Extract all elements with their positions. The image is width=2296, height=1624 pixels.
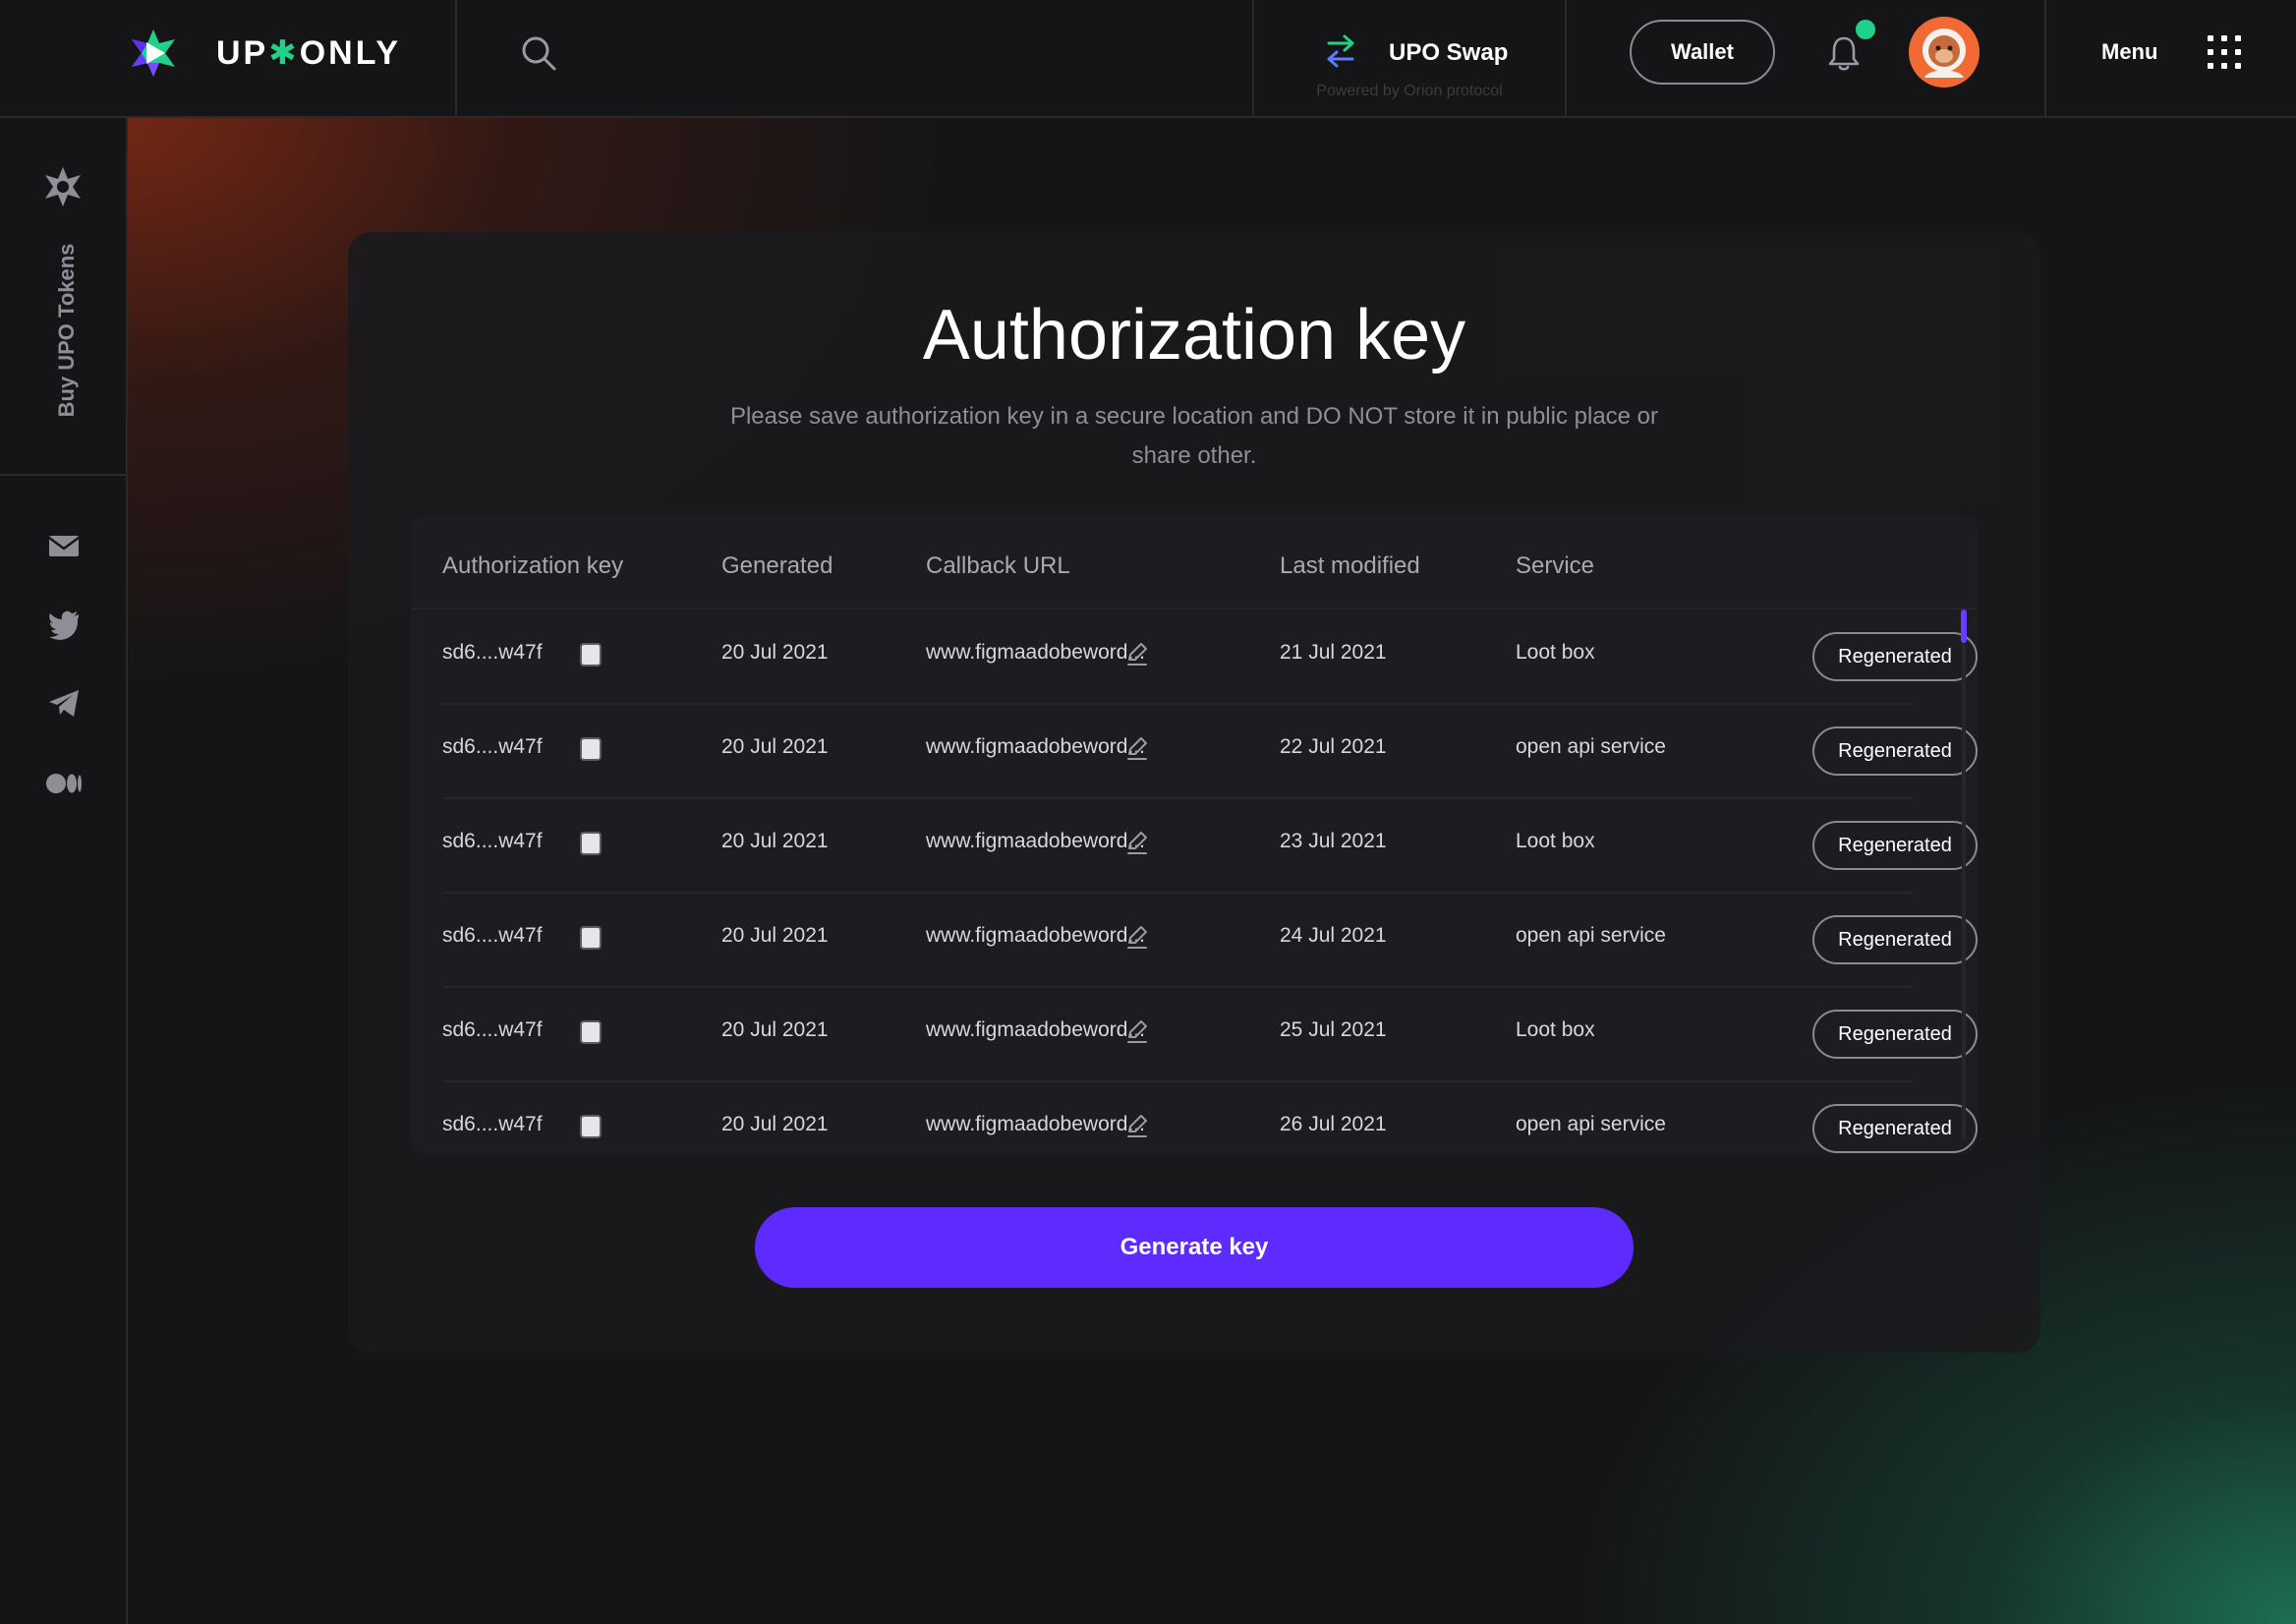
table-scrollbar-track[interactable] xyxy=(1962,609,1966,1140)
service-name: Loot box xyxy=(1516,641,1595,664)
copy-key-checkbox[interactable] xyxy=(580,926,602,950)
sidebar-divider xyxy=(0,474,128,476)
generated-date: 20 Jul 2021 xyxy=(721,735,829,758)
mail-icon[interactable] xyxy=(45,527,83,564)
notification-bell-icon[interactable] xyxy=(1824,33,1864,73)
sidebar: Buy UPO Tokens xyxy=(0,118,128,1624)
copy-key-checkbox[interactable] xyxy=(580,1020,602,1044)
authorization-key-value: sd6....w47f xyxy=(442,735,543,758)
last-modified-date: 26 Jul 2021 xyxy=(1280,1113,1387,1135)
edit-pencil-icon[interactable] xyxy=(1124,735,1150,761)
generated-date: 20 Jul 2021 xyxy=(721,830,829,852)
edit-pencil-icon[interactable] xyxy=(1124,641,1150,667)
authorization-key-value: sd6....w47f xyxy=(442,830,543,852)
authorization-key-value: sd6....w47f xyxy=(442,1018,543,1041)
authorization-key-value: sd6....w47f xyxy=(442,924,543,947)
wallet-button[interactable]: Wallet xyxy=(1630,20,1775,85)
edit-pencil-icon[interactable] xyxy=(1124,924,1150,950)
generated-date: 20 Jul 2021 xyxy=(721,924,829,947)
callback-url: www.figmaadobeword... xyxy=(926,1018,1145,1041)
menu-label[interactable]: Menu xyxy=(2101,39,2157,65)
callback-url: www.figmaadobeword... xyxy=(926,830,1145,852)
callback-url: www.figmaadobeword... xyxy=(926,735,1145,758)
astronaut-avatar-icon xyxy=(1909,17,1980,87)
upo-token-icon[interactable] xyxy=(41,165,85,208)
swap-label: UPO Swap xyxy=(1389,39,1509,66)
copy-key-checkbox[interactable] xyxy=(580,1115,602,1138)
last-modified-date: 21 Jul 2021 xyxy=(1280,641,1387,664)
telegram-icon[interactable] xyxy=(45,684,83,722)
authorization-key-value: sd6....w47f xyxy=(442,1113,543,1135)
column-header-callback-url: Callback URL xyxy=(926,552,1070,579)
regenerated-button[interactable]: Regenerated xyxy=(1812,726,1978,776)
header-divider xyxy=(455,0,457,118)
service-name: Loot box xyxy=(1516,1018,1595,1041)
column-header-last-modified: Last modified xyxy=(1280,552,1420,579)
header-divider xyxy=(1565,0,1567,118)
twitter-icon[interactable] xyxy=(45,606,83,643)
regenerated-button[interactable]: Regenerated xyxy=(1812,915,1978,964)
service-name: open api service xyxy=(1516,735,1666,758)
copy-key-checkbox[interactable] xyxy=(580,832,602,855)
column-header-authorization-key: Authorization key xyxy=(442,552,624,579)
table-row: sd6....w47f 20 Jul 2021 www.figmaadobewo… xyxy=(442,798,1978,893)
edit-pencil-icon[interactable] xyxy=(1124,830,1150,855)
edit-pencil-icon[interactable] xyxy=(1124,1018,1150,1044)
table-row: sd6....w47f 20 Jul 2021 www.figmaadobewo… xyxy=(442,893,1978,987)
service-name: Loot box xyxy=(1516,830,1595,852)
authorization-key-value: sd6....w47f xyxy=(442,641,543,664)
table-row: sd6....w47f 20 Jul 2021 www.figmaadobewo… xyxy=(442,1081,1978,1154)
table-row: sd6....w47f 20 Jul 2021 www.figmaadobewo… xyxy=(442,987,1978,1081)
edit-pencil-icon[interactable] xyxy=(1124,1113,1150,1138)
callback-url: www.figmaadobeword... xyxy=(926,641,1145,664)
table-row: sd6....w47f 20 Jul 2021 www.figmaadobewo… xyxy=(442,609,1978,704)
last-modified-date: 24 Jul 2021 xyxy=(1280,924,1387,947)
logo-mark-icon xyxy=(132,29,175,77)
generated-date: 20 Jul 2021 xyxy=(721,1113,829,1135)
regenerated-button[interactable]: Regenerated xyxy=(1812,632,1978,681)
regenerated-button[interactable]: Regenerated xyxy=(1812,1010,1978,1059)
generated-date: 20 Jul 2021 xyxy=(721,1018,829,1041)
table-header: Authorization key Generated Callback URL… xyxy=(411,515,1978,609)
swap-arrows-icon xyxy=(1327,34,1354,68)
header-divider xyxy=(2044,0,2046,118)
regenerated-button[interactable]: Regenerated xyxy=(1812,1104,1978,1153)
buy-upo-tokens-link[interactable]: Buy UPO Tokens xyxy=(54,244,80,418)
upo-swap-link[interactable]: UPO Swap Powered by Orion protocol xyxy=(1254,0,1565,118)
service-name: open api service xyxy=(1516,924,1666,947)
copy-key-checkbox[interactable] xyxy=(580,737,602,761)
callback-url: www.figmaadobeword... xyxy=(926,1113,1145,1135)
swap-powered-by: Powered by Orion protocol xyxy=(1316,83,1503,99)
callback-url: www.figmaadobeword... xyxy=(926,924,1145,947)
regenerated-button[interactable]: Regenerated xyxy=(1812,821,1978,870)
authorization-keys-table: Authorization key Generated Callback URL… xyxy=(411,515,1978,1154)
service-name: open api service xyxy=(1516,1113,1666,1135)
menu-grid-icon[interactable] xyxy=(2208,35,2241,69)
copy-key-checkbox[interactable] xyxy=(580,643,602,667)
user-avatar[interactable] xyxy=(1909,17,1980,87)
generated-date: 20 Jul 2021 xyxy=(721,641,829,664)
column-header-service: Service xyxy=(1516,552,1595,579)
page-subtitle: Please save authorization key in a secur… xyxy=(729,403,1659,469)
last-modified-date: 22 Jul 2021 xyxy=(1280,735,1387,758)
search-icon[interactable] xyxy=(519,33,558,73)
table-row: sd6....w47f 20 Jul 2021 www.figmaadobewo… xyxy=(442,704,1978,798)
last-modified-date: 23 Jul 2021 xyxy=(1280,830,1387,852)
medium-icon[interactable] xyxy=(45,765,83,802)
page-title: Authorization key xyxy=(922,296,1466,375)
top-bar: UP✱ONLY UPO Swap Powered by Orion protoc… xyxy=(0,0,2296,118)
notification-badge xyxy=(1856,20,1875,39)
generate-key-button[interactable]: Generate key xyxy=(755,1207,1634,1288)
app-page: UP✱ONLY UPO Swap Powered by Orion protoc… xyxy=(0,0,2296,1624)
brand-logo[interactable]: UP✱ONLY xyxy=(126,26,401,81)
table-scrollbar-thumb[interactable] xyxy=(1961,609,1967,643)
brand-wordmark: UP✱ONLY xyxy=(216,34,402,72)
column-header-generated: Generated xyxy=(721,552,833,579)
last-modified-date: 25 Jul 2021 xyxy=(1280,1018,1387,1041)
